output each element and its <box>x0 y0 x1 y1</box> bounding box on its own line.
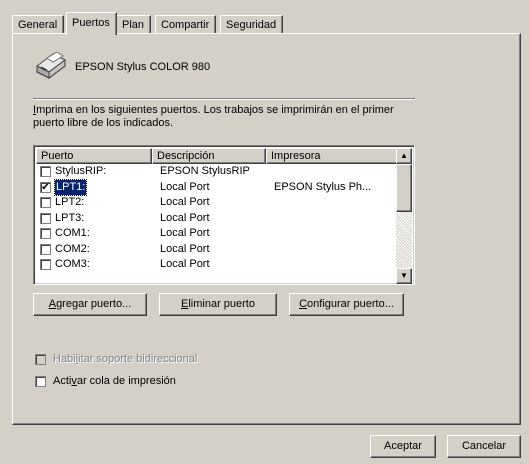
table-row[interactable]: COM2: Local Port <box>36 242 398 258</box>
port-description: Local Port <box>160 258 210 270</box>
port-checkbox[interactable] <box>40 243 51 255</box>
port-printer: EPSON Stylus Ph... <box>274 180 372 193</box>
ports-list-scrollbar[interactable]: ▲ ▼ <box>396 148 412 284</box>
separator <box>33 98 415 100</box>
table-row[interactable]: LPT2: Local Port <box>36 195 398 211</box>
ok-button[interactable]: Aceptar <box>370 435 436 458</box>
port-checkbox[interactable] <box>40 228 51 239</box>
column-header-impresora[interactable]: Impresora <box>266 148 398 164</box>
table-row-selected[interactable]: ✔ LPT1: Local Port EPSON Stylus Ph... <box>36 178 398 196</box>
cancel-button[interactable]: Cancelar <box>447 435 521 458</box>
port-description: Local Port <box>160 211 210 224</box>
port-checkbox[interactable]: ✔ <box>40 181 51 193</box>
ports-rows: StylusRIP: EPSON StylusRIP ✔ LPT1: Local… <box>36 164 398 284</box>
tab-puertos[interactable]: Puertos <box>66 12 117 35</box>
port-checkbox[interactable] <box>40 166 51 177</box>
tab-seguridad[interactable]: Seguridad <box>220 15 284 34</box>
column-header-puerto[interactable]: Puerto <box>36 148 152 164</box>
port-checkbox[interactable] <box>40 212 51 224</box>
add-port-button[interactable]: Agregar puerto... <box>33 293 147 316</box>
port-description: EPSON StylusRIP <box>160 165 250 177</box>
checkbox-box <box>35 354 46 365</box>
printer-icon <box>36 52 66 79</box>
tab-plan[interactable]: Plan <box>116 15 152 34</box>
table-row[interactable]: LPT3: Local Port <box>36 211 398 227</box>
table-row[interactable]: COM1: Local Port <box>36 226 398 242</box>
scroll-up-button[interactable]: ▲ <box>396 148 412 164</box>
tab-general[interactable]: General <box>12 15 65 34</box>
scroll-down-button[interactable]: ▼ <box>396 268 412 284</box>
port-name: StylusRIP: <box>55 165 107 177</box>
ports-list-header: Puerto Descripción Impresora <box>36 148 398 164</box>
port-checkbox[interactable] <box>40 197 51 208</box>
port-name: LPT1: <box>53 178 88 196</box>
arrow-down-icon: ▼ <box>400 271 408 280</box>
port-name: COM2: <box>55 242 90 255</box>
port-name: LPT2: <box>55 196 85 208</box>
port-description: Local Port <box>160 242 210 255</box>
ports-description: Imprima en los siguientes puertos. Los t… <box>33 104 394 129</box>
port-name: COM1: <box>55 227 90 239</box>
port-description: Local Port <box>160 227 210 239</box>
table-row[interactable]: COM3: Local Port <box>36 257 398 273</box>
arrow-up-icon: ▲ <box>400 151 408 160</box>
tab-panel-puertos: EPSON Stylus COLOR 980 Imprima en los si… <box>12 33 521 425</box>
port-checkbox[interactable] <box>40 259 51 270</box>
port-name: COM3: <box>55 258 90 270</box>
port-description: Local Port <box>160 196 210 208</box>
table-row[interactable]: StylusRIP: EPSON StylusRIP <box>36 164 398 180</box>
ports-list[interactable]: Puerto Descripción Impresora StylusRIP: … <box>33 145 415 285</box>
checkbox-box <box>35 376 46 387</box>
delete-port-button[interactable]: Eliminar puerto <box>159 293 277 316</box>
configure-port-button[interactable]: Configurar puerto... <box>289 293 404 316</box>
printer-name: EPSON Stylus COLOR 980 <box>75 61 211 73</box>
port-description: Local Port <box>160 180 210 193</box>
column-header-descripcion[interactable]: Descripción <box>152 148 266 164</box>
port-name: LPT3: <box>55 211 85 224</box>
tab-compartir[interactable]: Compartir <box>155 15 217 34</box>
scrollbar-thumb[interactable] <box>396 164 412 212</box>
